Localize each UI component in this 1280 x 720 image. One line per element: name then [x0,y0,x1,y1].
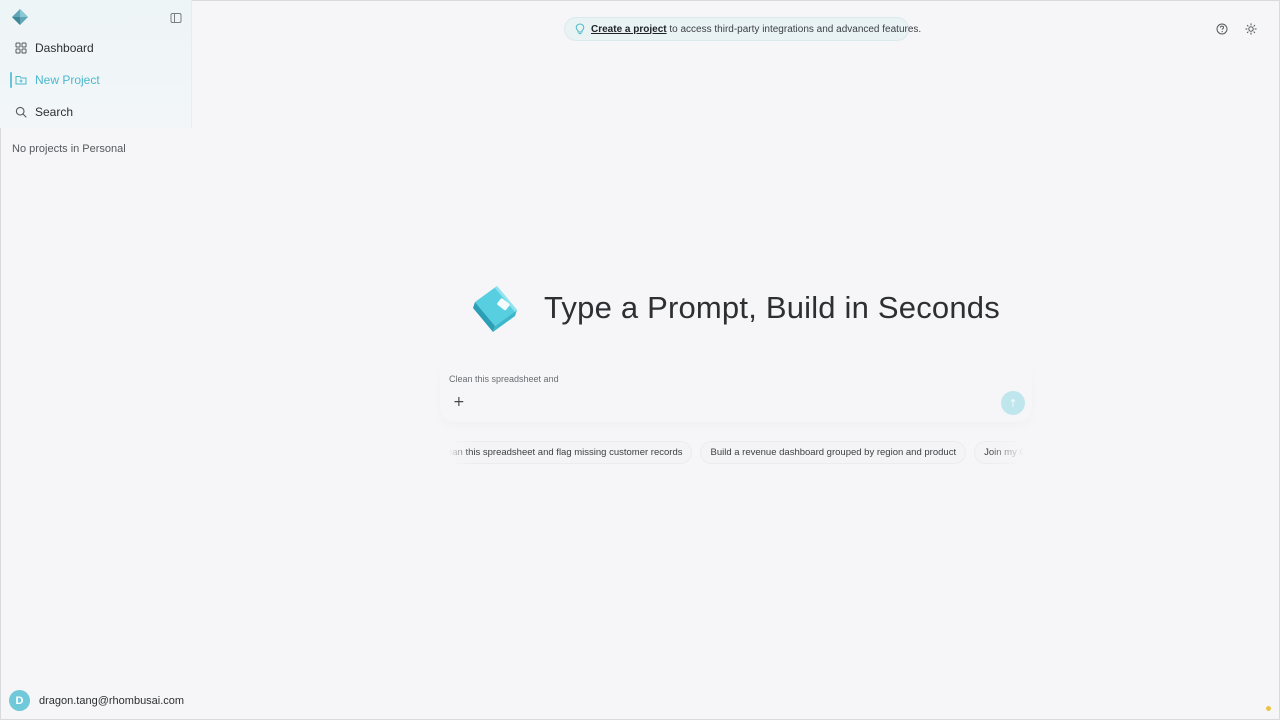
hero-title: Type a Prompt, Build in Seconds [544,290,1000,325]
search-icon [15,106,27,118]
create-project-link[interactable]: Create a project [591,24,667,35]
suggestions: Clean this spreadsheet and flag missing … [449,441,1024,465]
sidebar: Dashboard New Project Search No projects… [0,0,192,720]
user-email: dragon.tang@rhombusai.com [39,694,185,707]
user-account[interactable]: D dragon.tang@rhombusai.com [9,690,184,711]
book-icon [471,282,519,334]
suggestion-track: Clean this spreadsheet and flag missing … [449,441,1024,464]
status-indicator [1266,706,1271,711]
sidebar-item-new-project[interactable]: New Project [10,68,182,92]
sidebar-collapse-icon[interactable] [170,12,182,24]
prompt-input[interactable] [449,372,949,386]
sidebar-item-label: Search [35,105,74,119]
prompt-box: + ↑ [440,362,1032,422]
send-button[interactable]: ↑ [1001,391,1025,415]
suggestion-chip[interactable]: Build a revenue dashboard grouped by reg… [700,441,967,464]
create-project-banner: Create a project to access third-party i… [564,17,921,41]
sidebar-item-search[interactable]: Search [10,100,182,124]
active-indicator [10,72,12,88]
grid-icon [15,42,27,54]
sidebar-item-label: New Project [35,73,100,87]
empty-projects-text: No projects in Personal [12,143,126,155]
hero: Type a Prompt, Build in Seconds [471,282,1000,334]
add-attachment-button[interactable]: + [453,394,465,410]
theme-sun-icon[interactable] [1245,23,1257,35]
sidebar-item-label: Dashboard [35,41,94,55]
banner-text: to access third-party integrations and a… [669,23,922,35]
help-icon[interactable] [1216,23,1228,35]
window-frame [0,0,1280,720]
avatar: D [9,690,30,711]
new-folder-icon [15,74,27,86]
lightbulb-icon [575,23,585,35]
suggestion-chip[interactable]: Join my CRM export with billing data [974,441,1024,464]
suggestion-chip[interactable]: Clean this spreadsheet and flag missing … [449,441,693,464]
rhombus-logo-icon[interactable] [12,9,28,25]
sidebar-item-dashboard[interactable]: Dashboard [10,36,182,60]
